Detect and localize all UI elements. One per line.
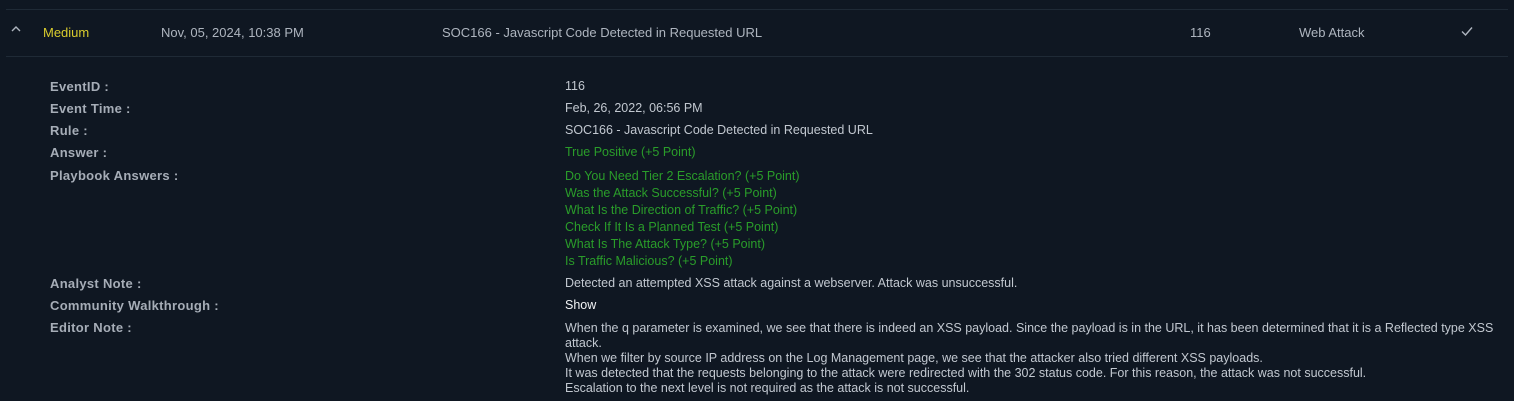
playbook-answer: Was the Attack Successful? (+5 Point) <box>565 186 777 200</box>
value-answer: True Positive (+5 Point) <box>565 145 696 159</box>
value-event-time: Feb, 26, 2022, 06:56 PM <box>565 101 703 115</box>
label-community-walkthrough: Community Walkthrough : <box>50 298 219 313</box>
severity-badge: Medium <box>43 25 90 40</box>
label-answer: Answer : <box>50 145 108 160</box>
community-show-link[interactable]: Show <box>565 298 596 313</box>
editor-note-line: When we filter by source IP address on t… <box>565 351 1263 365</box>
value-analyst-note: Detected an attempted XSS attack against… <box>565 276 1018 290</box>
editor-note-line: It was detected that the requests belong… <box>565 366 1367 380</box>
label-rule: Rule : <box>50 123 88 138</box>
playbook-answer: Is Traffic Malicious? (+5 Point) <box>565 254 733 268</box>
label-playbook-answers: Playbook Answers : <box>50 168 179 183</box>
alert-type: Web Attack <box>1299 25 1365 40</box>
playbook-answers-list: Do You Need Tier 2 Escalation? (+5 Point… <box>565 168 800 270</box>
value-event-id: 116 <box>565 79 585 93</box>
playbook-answer: Check If It Is a Planned Test (+5 Point) <box>565 220 779 234</box>
alert-event-id: 116 <box>1190 25 1211 40</box>
label-editor-note: Editor Note : <box>50 320 132 335</box>
alert-row[interactable]: Medium Nov, 05, 2024, 10:38 PM SOC166 - … <box>6 10 1508 57</box>
playbook-answer: Do You Need Tier 2 Escalation? (+5 Point… <box>565 169 800 183</box>
alert-rule: SOC166 - Javascript Code Detected in Req… <box>442 25 763 40</box>
value-rule: SOC166 - Javascript Code Detected in Req… <box>565 123 873 137</box>
playbook-answer: What Is The Attack Type? (+5 Point) <box>565 237 765 251</box>
check-icon <box>1461 27 1473 37</box>
label-event-time: Event Time : <box>50 101 131 116</box>
label-event-id: EventID : <box>50 79 110 94</box>
label-analyst-note: Analyst Note : <box>50 276 142 291</box>
playbook-answer: What Is the Direction of Traffic? (+5 Po… <box>565 203 798 217</box>
alert-panel: Medium Nov, 05, 2024, 10:38 PM SOC166 - … <box>0 0 1514 401</box>
chevron-up-icon[interactable] <box>9 22 23 36</box>
value-editor-note: When the q parameter is examined, we see… <box>565 321 1495 396</box>
editor-note-line: Escalation to the next level is not requ… <box>565 381 970 395</box>
editor-note-line: When the q parameter is examined, we see… <box>565 321 1494 350</box>
alert-date: Nov, 05, 2024, 10:38 PM <box>161 25 304 40</box>
